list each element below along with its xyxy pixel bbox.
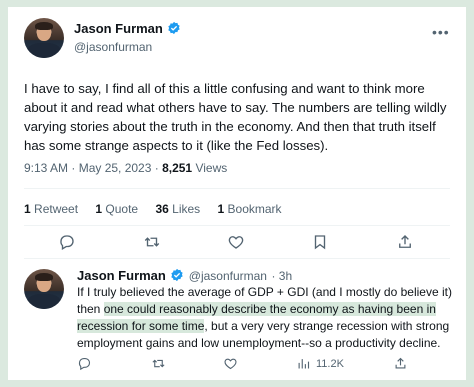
quotes-stat[interactable]: 1 Quote: [95, 202, 138, 216]
reply-header: Jason Furman @jasonfurman · 3h: [77, 267, 292, 285]
like-icon[interactable]: [223, 356, 238, 371]
quotes-label: Quote: [102, 202, 139, 216]
avatar[interactable]: [24, 18, 64, 58]
reply-text: If I truly believed the average of GDP +…: [77, 284, 457, 352]
share-icon[interactable]: [393, 356, 408, 371]
reply-age[interactable]: · 3h: [271, 269, 292, 283]
reply-action-bar: 11.2K: [77, 356, 457, 376]
likes-label: Likes: [168, 202, 201, 216]
more-icon[interactable]: •••: [432, 25, 452, 39]
retweets-label: Retweet: [30, 202, 79, 216]
retweets-count: 1: [24, 202, 31, 216]
divider: [24, 225, 450, 226]
reply-highlight-1: one could reasonably describe the econom…: [103, 302, 436, 316]
tweet-stats: 1 Retweet 1 Quote 36 Likes 1 Bookmark: [24, 202, 296, 216]
views-button[interactable]: 11.2K: [296, 356, 344, 371]
views-label: Views: [192, 161, 228, 175]
likes-count: 36: [155, 202, 169, 216]
reply-views-count: 11.2K: [316, 357, 344, 370]
reply-icon[interactable]: [77, 356, 92, 371]
tweet-card: Jason Furman @jasonfurman ••• I have to …: [8, 7, 466, 380]
reply-highlight-2: recession for some time: [77, 319, 205, 333]
reply-author-handle[interactable]: @jasonfurman: [189, 269, 267, 283]
views-icon: [298, 359, 310, 369]
verified-icon: [171, 268, 183, 282]
like-icon[interactable]: [227, 233, 247, 253]
author-block: Jason Furman @jasonfurman: [74, 20, 181, 54]
author-name[interactable]: Jason Furman: [74, 21, 163, 36]
author-handle[interactable]: @jasonfurman: [74, 40, 181, 54]
share-icon[interactable]: [396, 233, 416, 253]
bookmark-icon[interactable]: [311, 233, 331, 253]
bookmarks-label: Bookmark: [224, 202, 282, 216]
retweet-icon[interactable]: [151, 356, 166, 371]
reply-icon[interactable]: [58, 233, 78, 253]
action-bar: [8, 229, 466, 259]
bookmarks-stat[interactable]: 1 Bookmark: [218, 202, 282, 216]
retweet-icon[interactable]: [143, 233, 163, 253]
likes-stat[interactable]: 36 Likes: [155, 202, 200, 216]
tweet-time[interactable]: 9:13 AM · May 25, 2023 ·: [24, 161, 162, 175]
divider: [24, 258, 450, 259]
reply-author-name[interactable]: Jason Furman: [77, 268, 166, 283]
tweet-text: I have to say, I find all of this a litt…: [24, 81, 447, 153]
tweet-meta: 9:13 AM · May 25, 2023 · 8,251 Views: [24, 161, 227, 175]
avatar[interactable]: [24, 269, 64, 309]
views-count: 8,251: [162, 161, 193, 175]
divider: [24, 188, 450, 189]
verified-icon: [168, 21, 180, 35]
retweets-stat[interactable]: 1 Retweet: [24, 202, 78, 216]
